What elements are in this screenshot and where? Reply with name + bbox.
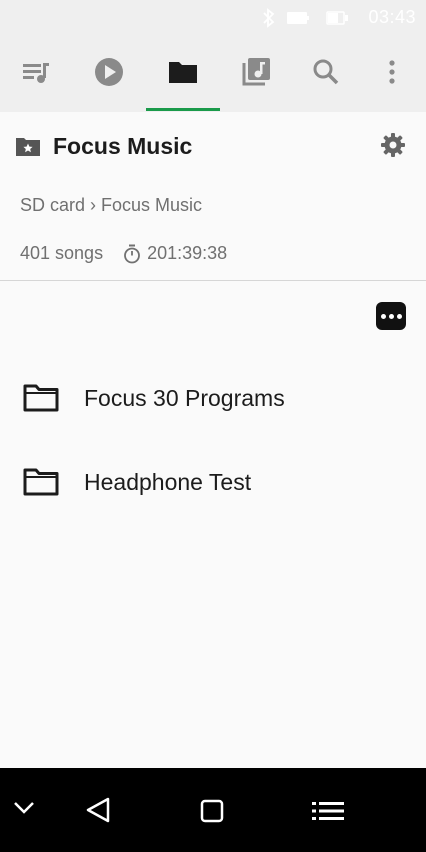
library-music-icon bbox=[241, 57, 271, 92]
page-title: Focus Music bbox=[53, 133, 193, 159]
folder-icon bbox=[23, 383, 59, 418]
more-dot bbox=[388, 313, 394, 319]
battery-icon bbox=[286, 8, 310, 33]
status-time: 03:43 bbox=[368, 7, 416, 27]
tab-library[interactable] bbox=[220, 36, 292, 112]
tab-folders[interactable] bbox=[146, 36, 220, 112]
list-item-label: Headphone Test bbox=[84, 469, 252, 495]
folder-icon bbox=[23, 467, 59, 502]
battery-charging-icon bbox=[326, 8, 350, 33]
top-toolbar bbox=[0, 36, 426, 112]
play-circle-icon bbox=[94, 57, 124, 92]
home-icon[interactable] bbox=[199, 798, 225, 829]
list-item-label: Focus 30 Programs bbox=[84, 385, 285, 411]
total-duration: 201:39:38 bbox=[147, 243, 228, 263]
song-count: 401 songs bbox=[20, 243, 104, 263]
gear-icon[interactable] bbox=[380, 132, 406, 163]
more-vert-icon bbox=[388, 59, 396, 90]
menu-icon[interactable] bbox=[311, 800, 345, 827]
more-dot bbox=[380, 313, 386, 319]
folder-star-icon bbox=[15, 136, 41, 163]
breadcrumb[interactable]: SD card › Focus Music bbox=[20, 195, 202, 216]
status-bar: 03:43 bbox=[0, 0, 426, 36]
search-icon bbox=[312, 58, 340, 91]
timer-icon bbox=[123, 244, 141, 264]
list-item[interactable]: Headphone Test bbox=[0, 443, 426, 523]
tab-more[interactable] bbox=[356, 36, 426, 112]
screen: 03:43 Focus Music SD card › Focus Music … bbox=[0, 0, 426, 852]
list-item[interactable]: Focus 30 Programs bbox=[0, 359, 426, 439]
queue-music-icon bbox=[21, 59, 51, 90]
tab-search[interactable] bbox=[290, 36, 362, 112]
tab-queue[interactable] bbox=[0, 36, 72, 112]
more-dot bbox=[396, 313, 402, 319]
system-nav-bar bbox=[0, 768, 426, 852]
divider bbox=[0, 280, 426, 281]
folder-stats: 401 songs 201:39:38 bbox=[20, 243, 227, 264]
chevron-down-icon[interactable] bbox=[12, 800, 36, 821]
back-icon[interactable] bbox=[84, 796, 112, 829]
more-options-button[interactable] bbox=[376, 302, 406, 330]
folder-header: Focus Music SD card › Focus Music 401 so… bbox=[0, 112, 426, 280]
folder-icon bbox=[168, 59, 198, 90]
tab-indicator bbox=[146, 108, 220, 111]
tab-now-playing[interactable] bbox=[73, 36, 145, 112]
bluetooth-icon bbox=[262, 8, 276, 33]
